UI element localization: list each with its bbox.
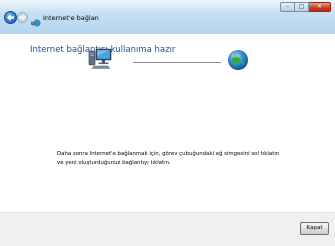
caption-buttons: – □ ✕ xyxy=(280,2,331,12)
computer-icon xyxy=(88,48,112,69)
maximize-button[interactable]: □ xyxy=(295,2,309,12)
network-globe-icon xyxy=(31,13,41,27)
minimize-button[interactable]: – xyxy=(280,2,295,12)
content-area: Internet bağlantısı kullanıma hazır Daha… xyxy=(0,34,335,212)
title-bar[interactable]: Internet'e bağlan – □ ✕ xyxy=(0,0,335,34)
close-icon: ✕ xyxy=(316,3,323,10)
connection-illustration xyxy=(0,34,335,212)
window-title: Internet'e bağlan xyxy=(43,14,99,22)
connection-line xyxy=(133,62,221,63)
globe-icon xyxy=(228,50,248,70)
back-arrow-icon xyxy=(7,14,14,21)
footer-bar: Kapat xyxy=(0,212,335,246)
close-window-button[interactable]: ✕ xyxy=(309,2,331,12)
minimize-icon: – xyxy=(286,3,289,10)
maximize-icon: □ xyxy=(298,3,305,10)
connect-to-internet-window: Internet'e bağlan – □ ✕ Internet bağlant… xyxy=(0,0,335,246)
close-button[interactable]: Kapat xyxy=(300,222,329,235)
forward-arrow-icon xyxy=(19,14,26,21)
back-button[interactable] xyxy=(4,11,17,24)
instruction-text: Daha sonra Internet'e bağlanmak için, gö… xyxy=(57,151,280,166)
forward-button[interactable] xyxy=(17,12,28,23)
